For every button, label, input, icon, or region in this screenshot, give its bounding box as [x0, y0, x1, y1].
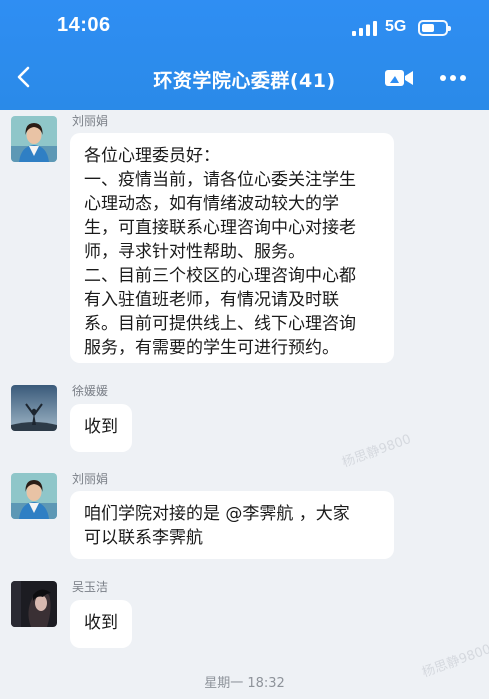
sender-name: 刘丽娟: [72, 472, 109, 486]
sender-name: 吴玉洁: [72, 580, 109, 594]
message-line: 服务，有需要的学生可进行预约。: [84, 338, 339, 358]
message-line: 咱们学院对接的是 @李霁航 ，大家: [84, 504, 350, 524]
battery-level: [422, 24, 434, 32]
more-options-icon[interactable]: [440, 75, 466, 83]
message-bubble[interactable]: 咱们学院对接的是 @李霁航 ，大家 可以联系李霁航: [70, 491, 394, 559]
chat-title: 环资学院心委群(41): [153, 70, 336, 92]
message-line: 二、目前三个校区的心理咨询中心都: [84, 266, 356, 286]
chat-header: 14:06 5G 环资学院心委群(41): [0, 0, 489, 110]
message-bubble[interactable]: 收到: [70, 404, 132, 452]
avatar[interactable]: [11, 385, 57, 431]
message-line: 系。目前可提供线上、线下心理咨询: [84, 314, 356, 334]
message-line: 师，寻求针对性帮助、服务。: [84, 242, 305, 262]
watermark: 杨思静9800: [340, 432, 414, 471]
battery-icon: [418, 20, 451, 36]
sender-name: 徐媛媛: [72, 384, 109, 398]
message-line: 一、疫情当前，请各位心委关注学生: [84, 170, 356, 190]
time-separator: 星期一 18:32: [204, 676, 285, 691]
message-line: 有入驻值班老师，有情况请及时联: [84, 290, 339, 310]
message-line: 心理动态，如有情绪波动较大的学: [84, 194, 339, 214]
message-line: 收到: [84, 613, 118, 633]
message-line: 各位心理委员好：: [84, 146, 220, 166]
avatar[interactable]: [11, 581, 57, 627]
status-time: 14:06: [57, 14, 111, 36]
avatar[interactable]: [11, 473, 57, 519]
message-line: 可以联系李霁航: [84, 528, 203, 548]
network-label: 5G: [385, 18, 407, 35]
message-line: 生，可直接联系心理咨询中心对接老: [84, 218, 356, 238]
message-bubble[interactable]: 各位心理委员好： 一、疫情当前，请各位心委关注学生 心理动态，如有情绪波动较大的…: [70, 133, 394, 363]
video-call-icon[interactable]: [384, 67, 414, 89]
message-line: 收到: [84, 417, 118, 437]
signal-icon: [352, 21, 377, 36]
avatar[interactable]: [11, 116, 57, 162]
sender-name: 刘丽娟: [72, 114, 109, 128]
message-bubble[interactable]: 收到: [70, 600, 132, 648]
